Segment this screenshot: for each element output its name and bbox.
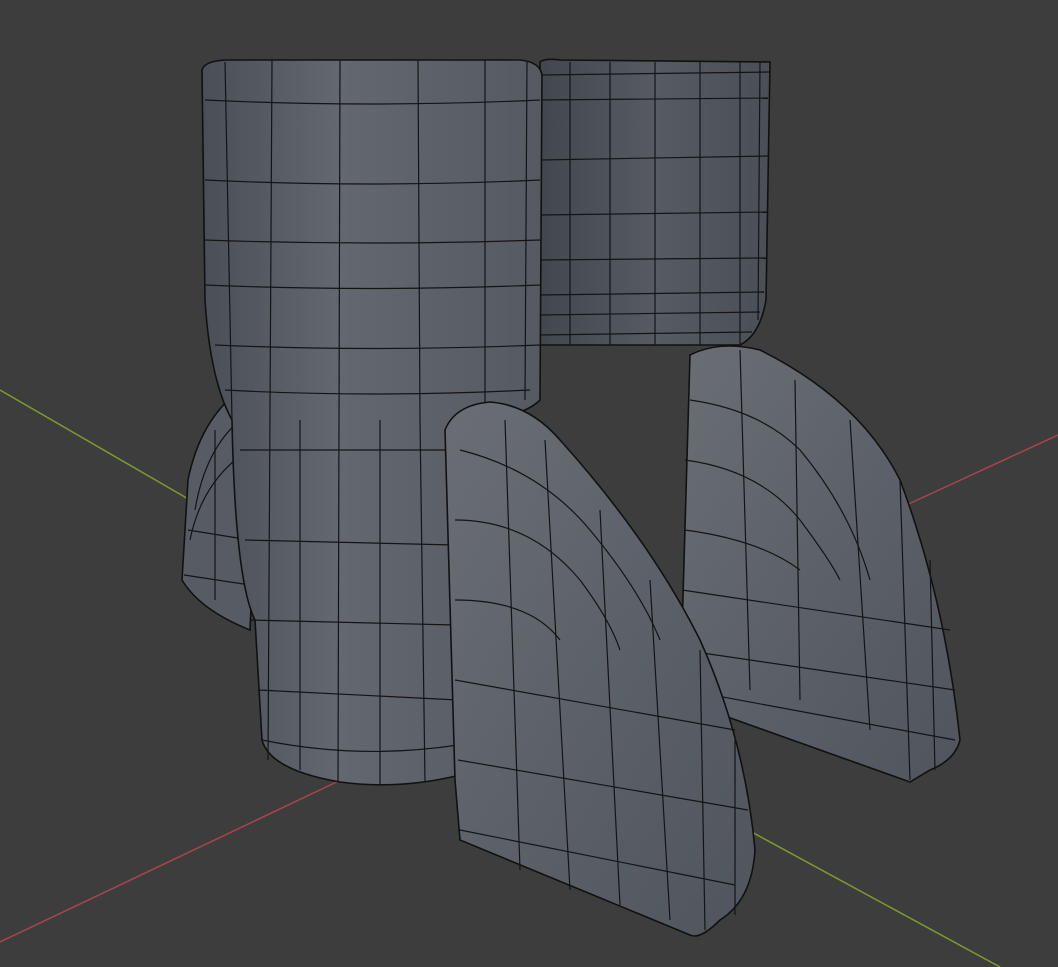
back-cylinder[interactable] bbox=[539, 58, 771, 346]
scene bbox=[0, 58, 1058, 967]
3d-viewport[interactable] bbox=[0, 0, 1058, 967]
x-axis-line bbox=[899, 434, 1058, 509]
x-axis-line bbox=[0, 777, 346, 943]
y-axis-line bbox=[0, 389, 191, 501]
y-axis-line bbox=[747, 829, 1001, 967]
